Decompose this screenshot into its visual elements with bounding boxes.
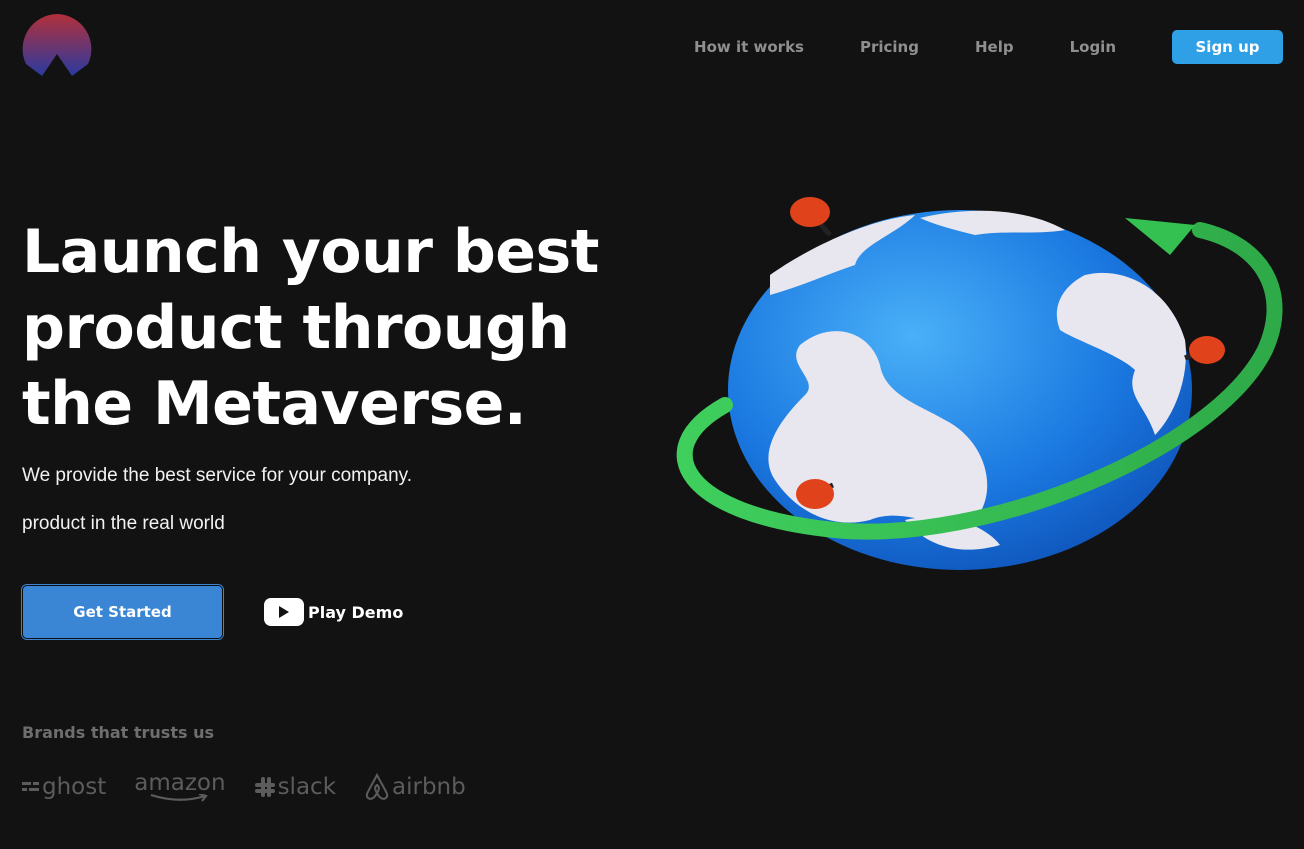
nav-how-it-works[interactable]: How it works [694,38,804,56]
nav-login[interactable]: Login [1070,38,1116,56]
map-pin-icon [790,197,832,237]
brand-airbnb: airbnb [364,773,466,801]
brand-amazon-label: amazon [134,770,226,796]
brands-title: Brands that trusts us [22,723,214,742]
nav-help[interactable]: Help [975,38,1014,56]
brand-amazon: amazon [134,770,226,802]
slack-icon [254,777,275,797]
globe-illustration [676,197,1283,570]
top-nav: How it works Pricing Help Login Sign up [694,30,1283,64]
map-pin-icon [1184,336,1225,364]
brand-ghost-label: ghost [42,774,107,800]
brand-slack-label: slack [277,774,337,800]
logo-icon[interactable] [22,14,92,84]
brand-airbnb-label: airbnb [392,774,466,800]
signup-button[interactable]: Sign up [1172,30,1283,64]
amazon-smile-icon [150,794,208,802]
brand-logos: ghost amazon slack airbnb [22,772,494,802]
play-demo-button[interactable]: Play Demo [264,598,403,626]
play-icon [264,598,304,626]
get-started-button[interactable]: Get Started [22,585,223,639]
map-pin-icon [796,479,835,509]
brand-ghost: ghost [22,774,106,800]
hero-subtitle-secondary: product in the real world [22,513,225,534]
hero-subtitle: We provide the best service for your com… [22,465,413,486]
nav-pricing[interactable]: Pricing [860,38,919,56]
brand-slack: slack [254,774,336,800]
ghost-icon [22,782,39,791]
airbnb-icon [365,773,389,800]
hero-title: Launch your best product through the Met… [22,217,599,439]
play-demo-label: Play Demo [308,602,404,622]
